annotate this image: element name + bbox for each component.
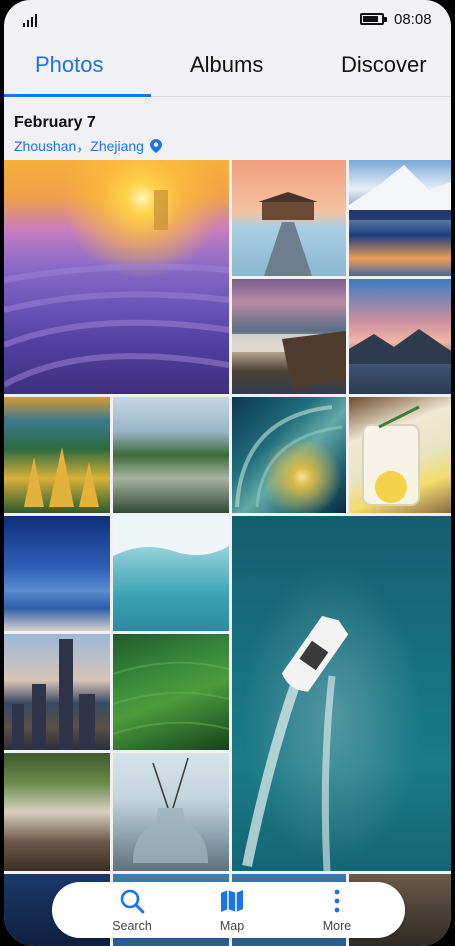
status-bar: 08:08	[4, 0, 451, 38]
nav-more[interactable]: More	[302, 888, 372, 933]
tab-albums[interactable]: Albums	[190, 52, 263, 78]
nav-map-label: Map	[219, 919, 245, 933]
photo-thumbnail[interactable]	[349, 279, 451, 394]
bottom-navigation: Search Map More	[52, 882, 405, 938]
gallery-tabs: Photos Albums Discover	[4, 42, 451, 98]
photo-grid	[4, 160, 451, 946]
nav-map[interactable]: Map	[197, 888, 267, 933]
photo-thumbnail[interactable]	[4, 753, 110, 871]
ice-shape	[113, 516, 229, 556]
photo-thumbnail[interactable]	[349, 397, 451, 513]
photo-thumbnail[interactable]	[232, 279, 346, 394]
mountain-shape	[349, 165, 451, 220]
photo-thumbnail[interactable]	[4, 516, 110, 631]
photo-thumbnail[interactable]	[113, 397, 229, 513]
photo-thumbnail[interactable]	[232, 397, 346, 513]
hill-lines	[112, 661, 230, 735]
group-location[interactable]: Zhoushan，Zhejiang	[14, 136, 162, 156]
active-tab-indicator	[4, 94, 151, 97]
photo-thumbnail[interactable]	[4, 397, 110, 513]
lavender-rows	[4, 190, 230, 388]
photo-thumbnail[interactable]	[112, 634, 230, 750]
vase-shape	[133, 757, 208, 863]
status-time: 08:08	[394, 11, 432, 28]
map-icon	[221, 890, 243, 912]
nav-search-label: Search	[112, 919, 152, 933]
skyline	[12, 639, 95, 750]
nav-search[interactable]: Search	[97, 888, 167, 933]
phone-screen: 08:08 Photos Albums Discover February 7 …	[4, 0, 451, 946]
signal-icon	[23, 13, 39, 27]
photo-thumbnail[interactable]	[4, 160, 230, 394]
tab-discover[interactable]: Discover	[341, 52, 427, 78]
location-pin-icon	[149, 139, 162, 153]
photo-thumbnail[interactable]	[4, 634, 110, 750]
nav-more-label: More	[322, 919, 352, 933]
more-vertical-icon	[334, 889, 340, 913]
tab-photos[interactable]: Photos	[35, 52, 104, 78]
speedboat-wake	[242, 616, 349, 872]
drink-glass	[362, 405, 420, 506]
wave-curl	[235, 405, 343, 508]
search-icon	[120, 889, 145, 914]
photo-thumbnail[interactable]	[113, 516, 229, 631]
photo-thumbnail[interactable]	[349, 160, 451, 276]
photo-thumbnail[interactable]	[113, 753, 229, 871]
lake-mountains	[349, 329, 451, 364]
location-label: Zhoushan，Zhejiang	[14, 138, 144, 154]
autumn-trees	[24, 447, 99, 507]
waterfall-shape	[232, 331, 346, 389]
group-date: February 7	[14, 114, 96, 131]
pier-house-shape	[258, 192, 318, 276]
photo-thumbnail[interactable]	[232, 516, 451, 872]
photo-thumbnail[interactable]	[232, 160, 346, 276]
battery-icon	[360, 13, 387, 25]
